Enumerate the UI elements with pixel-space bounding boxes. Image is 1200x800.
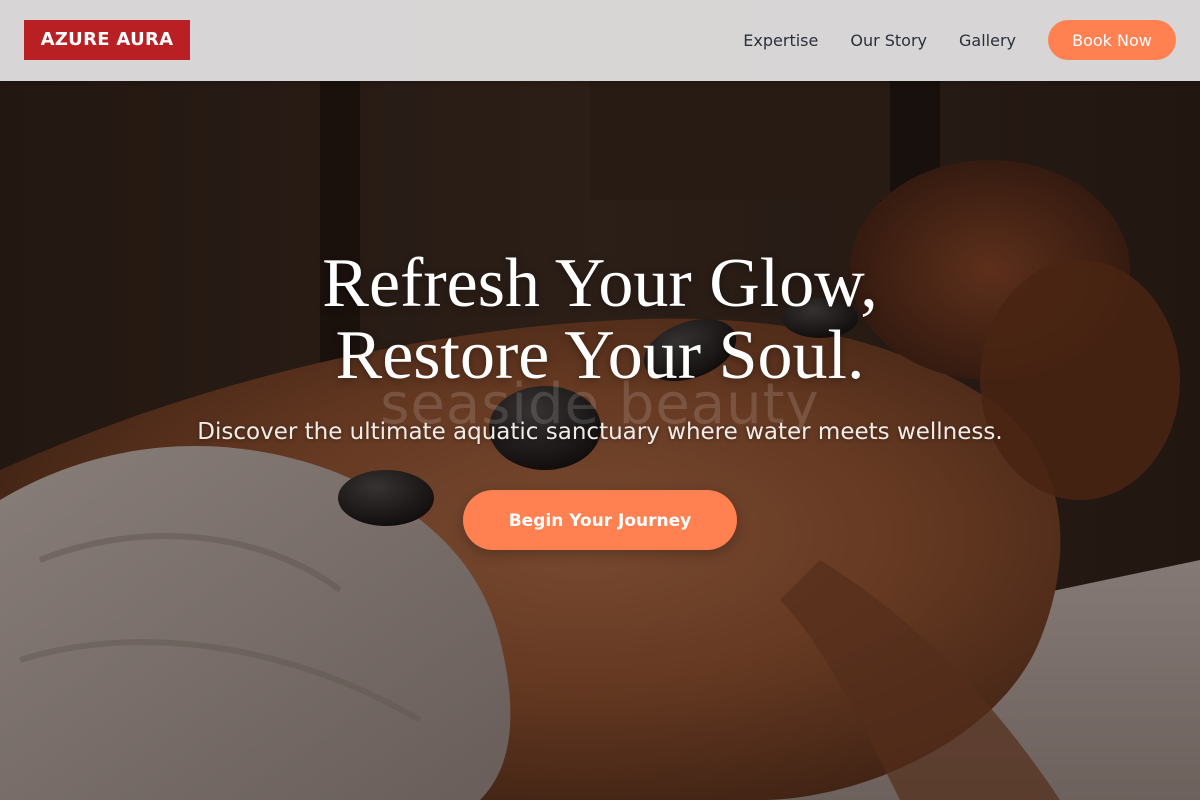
logo[interactable]: AZURE AURA bbox=[24, 20, 190, 60]
site-header: AZURE AURA Expertise Our Story Gallery B… bbox=[0, 0, 1200, 81]
hero-title-line-2: Restore Your Soul. bbox=[335, 317, 865, 394]
hero-subtitle: Discover the ultimate aquatic sanctuary … bbox=[197, 419, 1003, 445]
page: AZURE AURA Expertise Our Story Gallery B… bbox=[0, 0, 1200, 800]
begin-journey-button[interactable]: Begin Your Journey bbox=[463, 490, 737, 550]
hero-title-line-1: Refresh Your Glow, bbox=[322, 245, 878, 322]
hero-section: seaside beauty Refresh Your Glow, Restor… bbox=[0, 0, 1200, 800]
main-nav: Expertise Our Story Gallery Book Now bbox=[743, 20, 1176, 60]
hero-title: Refresh Your Glow, Restore Your Soul. bbox=[0, 248, 1200, 392]
nav-item-gallery[interactable]: Gallery bbox=[959, 31, 1016, 50]
nav-item-our-story[interactable]: Our Story bbox=[850, 31, 927, 50]
nav-item-expertise[interactable]: Expertise bbox=[743, 31, 818, 50]
book-now-button[interactable]: Book Now bbox=[1048, 20, 1176, 60]
